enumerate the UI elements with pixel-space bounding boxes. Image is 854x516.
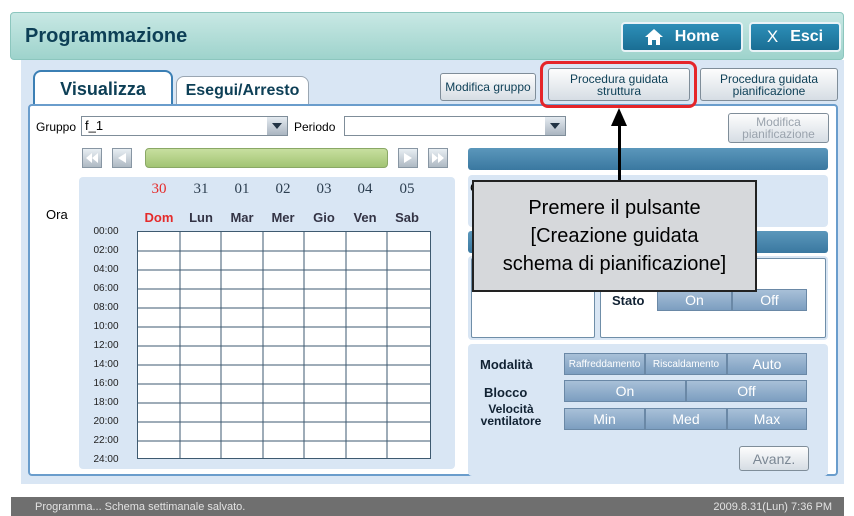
stato-on-button[interactable]: On [657, 289, 732, 311]
time-label: 04:00 [93, 264, 119, 275]
callout-line1: Premere il pulsante [528, 197, 701, 219]
weekday-2: Mar [230, 210, 254, 225]
weekday-4: Gio [313, 210, 335, 225]
lock-label: Blocco [484, 385, 528, 400]
schedule-grid[interactable] [137, 231, 431, 459]
callout-box: Premere il pulsante [Creazione guidata s… [472, 180, 757, 292]
mode-label: Modalità [480, 357, 533, 372]
chevron-right-icon [404, 153, 412, 163]
last-page-button[interactable] [428, 148, 448, 168]
status-message: Programma... Schema settimanale salvato. [35, 501, 246, 513]
period-label: Periodo [294, 120, 336, 134]
fan-label: Velocità ventilatore [476, 403, 546, 427]
lock-off-button[interactable]: Off [686, 380, 807, 402]
edit-schedule-line2: pianificazione [742, 127, 815, 141]
time-label: 06:00 [93, 283, 119, 294]
group-label: Gruppo [36, 120, 77, 134]
tab-run-stop[interactable]: Esegui/Arresto [176, 76, 309, 106]
home-icon [644, 29, 663, 45]
fan-min-button[interactable]: Min [564, 408, 645, 430]
stato-label: Stato [612, 293, 645, 308]
schedule-header-bar [468, 148, 828, 170]
date-5: 04 [357, 181, 373, 197]
double-chevron-left-icon [86, 153, 98, 163]
weekday-3: Mer [271, 210, 295, 225]
highlight-frame [540, 61, 697, 108]
first-page-button[interactable] [82, 148, 102, 168]
time-label: 22:00 [93, 435, 119, 446]
time-label: 20:00 [93, 416, 119, 427]
wizard-schedule-line1: Procedura guidata [719, 71, 819, 86]
weekday-5: Ven [353, 210, 377, 225]
status-bar: Programma... Schema settimanale salvato.… [11, 497, 844, 516]
next-page-button[interactable] [398, 148, 418, 168]
weekday-1: Lun [189, 210, 213, 225]
lock-on-button[interactable]: On [564, 380, 686, 402]
double-chevron-right-icon [432, 153, 444, 163]
callout-line2: [Creazione guidata [530, 225, 699, 247]
time-label: 02:00 [93, 245, 119, 256]
fan-label-line2: ventilatore [480, 414, 542, 428]
time-label: 08:00 [93, 302, 119, 313]
prev-page-button[interactable] [112, 148, 132, 168]
time-label: 10:00 [93, 321, 119, 332]
ora-label: Ora [46, 207, 68, 222]
time-label: 24:00 [93, 454, 119, 465]
wizard-schedule-button[interactable]: Procedura guidata pianificazione [700, 68, 838, 101]
arrow-line [618, 124, 621, 182]
title-bar: Programmazione Home X Esci [10, 12, 844, 60]
mode-heat-button[interactable]: Riscaldamento [645, 353, 727, 375]
chevron-left-icon [118, 153, 126, 163]
advanced-button[interactable]: Avanz. [739, 446, 809, 471]
date-2: 01 [234, 181, 250, 197]
date-4: 03 [316, 181, 332, 197]
edit-group-button[interactable]: Modifica gruppo [440, 73, 536, 101]
status-datetime: 2009.8.31(Lun) 7:36 PM [713, 501, 832, 513]
edit-schedule-button[interactable]: Modifica pianificazione [728, 113, 829, 143]
time-label: 14:00 [93, 359, 119, 370]
stato-off-button[interactable]: Off [732, 289, 807, 311]
close-icon: X [766, 27, 779, 46]
week-range-bar [145, 148, 388, 168]
mode-auto-button[interactable]: Auto [727, 353, 807, 375]
page-title: Programmazione [25, 25, 188, 47]
weekday-0: Dom [144, 210, 174, 225]
fan-max-button[interactable]: Max [727, 408, 807, 430]
chevron-down-icon[interactable] [267, 117, 287, 135]
mode-cool-button[interactable]: Raffreddamento [564, 353, 645, 375]
callout-line3: schema di pianificazione] [502, 253, 727, 275]
home-label: Home [674, 28, 720, 45]
date-6: 05 [399, 181, 415, 197]
date-3: 02 [275, 181, 291, 197]
exit-label: Esci [790, 28, 824, 45]
wizard-schedule-line2: pianificazione [732, 83, 806, 98]
group-select[interactable]: f_1 [81, 116, 288, 136]
time-label: 12:00 [93, 340, 119, 351]
chevron-down-icon[interactable] [545, 117, 565, 135]
time-label: 00:00 [93, 226, 119, 237]
fan-med-button[interactable]: Med [645, 408, 727, 430]
group-value: f_1 [85, 118, 104, 133]
time-label: 18:00 [93, 397, 119, 408]
period-select[interactable] [344, 116, 566, 136]
date-1: 31 [193, 181, 209, 197]
exit-button[interactable]: X Esci [749, 22, 841, 52]
date-0: 30 [151, 181, 167, 197]
home-button[interactable]: Home [621, 22, 743, 52]
tab-view[interactable]: Visualizza [33, 70, 173, 106]
weekday-6: Sab [395, 210, 419, 225]
time-label: 16:00 [93, 378, 119, 389]
